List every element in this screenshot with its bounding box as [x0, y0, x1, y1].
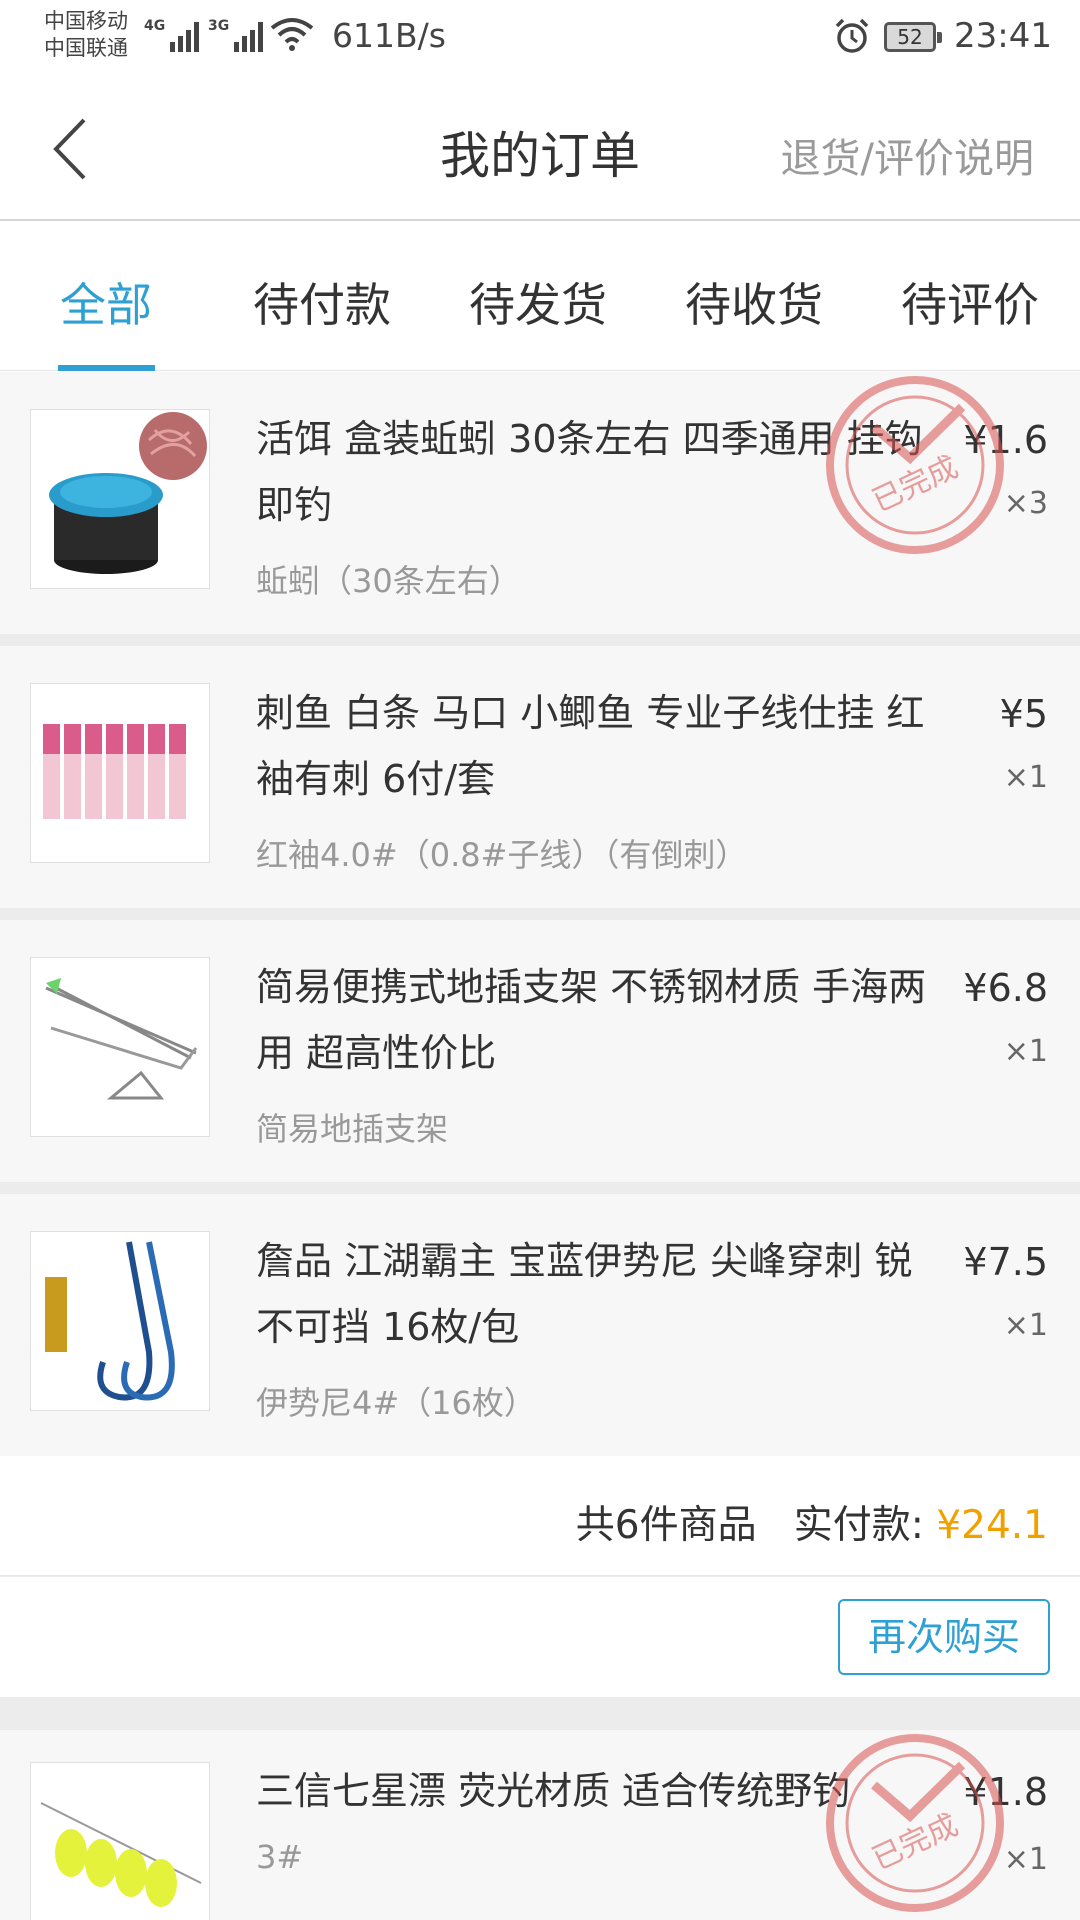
tab-pending-shipment[interactable]: 待发货	[469, 269, 607, 335]
product-image-floats[interactable]	[30, 1762, 210, 1920]
item-count: 共6件商品	[575, 1503, 757, 1548]
product-title[interactable]: 简易便携式地插支架 不锈钢材质 手海两用 超高性价比	[256, 954, 936, 1086]
product-image-worms[interactable]	[30, 409, 210, 589]
product-variant: 简易地插支架	[256, 1110, 449, 1148]
buy-again-button[interactable]: 再次购买	[838, 1599, 1050, 1675]
clock: 23:41	[954, 16, 1052, 56]
product-quantity: ×1	[1003, 1842, 1048, 1877]
paid-amount: ¥24.1	[936, 1503, 1048, 1548]
tab-pending-review[interactable]: 待评价	[901, 269, 1039, 335]
net-speed: 611B/s	[332, 16, 446, 55]
tab-pending-receipt[interactable]: 待收货	[685, 269, 823, 335]
battery-icon: 52	[884, 22, 942, 52]
product-variant: 红袖4.0#（0.8#子线）（有倒刺）	[256, 836, 748, 874]
order-item[interactable]: 简易便携式地插支架 不锈钢材质 手海两用 超高性价比 ¥6.8 ×1 简易地插支…	[0, 920, 1080, 1182]
product-price: ¥6.8	[963, 966, 1048, 1010]
product-quantity: ×1	[1003, 760, 1048, 795]
return-review-help-link[interactable]: 退货/评价说明	[781, 126, 1034, 184]
wifi-icon	[270, 18, 314, 51]
product-title[interactable]: 三信七星漂 荧光材质 适合传统野钓	[256, 1758, 936, 1824]
product-price: ¥1.6	[963, 418, 1048, 462]
tab-all[interactable]: 全部	[60, 269, 152, 335]
status-bar: 中国移动 中国联通 4G 3G 611B/s 52 23:41	[0, 0, 1080, 76]
product-variant: 蚯蚓（30条左右）	[256, 562, 521, 600]
paid-label: 实付款:	[793, 1503, 924, 1548]
product-title[interactable]: 刺鱼 白条 马口 小鲫鱼 专业子线仕挂 红袖有刺 6付/套	[256, 680, 936, 812]
product-price: ¥7.5	[963, 1240, 1048, 1284]
carrier-2: 中国联通	[44, 36, 128, 60]
orders-screen: 中国移动 中国联通 4G 3G 611B/s 52 23:41 我的订单 退货/…	[0, 0, 1080, 1920]
order-actions: 再次购买	[0, 1577, 1080, 1697]
product-price: ¥5	[999, 692, 1048, 736]
order-tabs: 全部 待付款 待发货 待收货 待评价	[0, 223, 1080, 371]
order-item[interactable]: 詹品 江湖霸主 宝蓝伊势尼 尖峰穿刺 锐不可挡 16枚/包 ¥7.5 ×1 伊势…	[0, 1194, 1080, 1456]
order-item[interactable]: 三信七星漂 荧光材质 适合传统野钓 ¥1.8 3# ×1	[0, 1730, 1080, 1920]
product-quantity: ×1	[1003, 1308, 1048, 1343]
carrier-labels: 中国移动 中国联通	[44, 8, 128, 62]
product-title[interactable]: 活饵 盒装蚯蚓 30条左右 四季通用 挂钩即钓	[256, 406, 936, 538]
signal-icon-2: 3G	[208, 18, 264, 52]
product-image-hooks[interactable]	[30, 1231, 210, 1411]
order-list[interactable]: 活饵 盒装蚯蚓 30条左右 四季通用 挂钩即钓 ¥1.6 ×3 蚯蚓（30条左右…	[0, 372, 1080, 1920]
product-title[interactable]: 詹品 江湖霸主 宝蓝伊势尼 尖峰穿刺 锐不可挡 16枚/包	[256, 1228, 936, 1360]
alarm-icon	[835, 18, 869, 53]
header: 我的订单 退货/评价说明	[0, 76, 1080, 221]
carrier-1: 中国移动	[44, 9, 128, 33]
product-variant: 伊势尼4#（16枚）	[256, 1384, 536, 1422]
order-item[interactable]: 活饵 盒装蚯蚓 30条左右 四季通用 挂钩即钓 ¥1.6 ×3 蚯蚓（30条左右…	[0, 372, 1080, 634]
product-image-hook-sets[interactable]	[30, 683, 210, 863]
signal-icon: 4G	[144, 18, 200, 52]
tab-pending-payment[interactable]: 待付款	[253, 269, 391, 335]
order-item[interactable]: 刺鱼 白条 马口 小鲫鱼 专业子线仕挂 红袖有刺 6付/套 ¥5 ×1 红袖4.…	[0, 646, 1080, 908]
product-variant: 3#	[256, 1838, 304, 1876]
active-tab-indicator	[58, 365, 155, 371]
product-image-rod-stand[interactable]	[30, 957, 210, 1137]
product-quantity: ×1	[1003, 1034, 1048, 1069]
product-quantity: ×3	[1003, 486, 1048, 521]
order-summary: 共6件商品 实付款: ¥24.1	[0, 1456, 1080, 1576]
product-price: ¥1.8	[963, 1770, 1048, 1814]
